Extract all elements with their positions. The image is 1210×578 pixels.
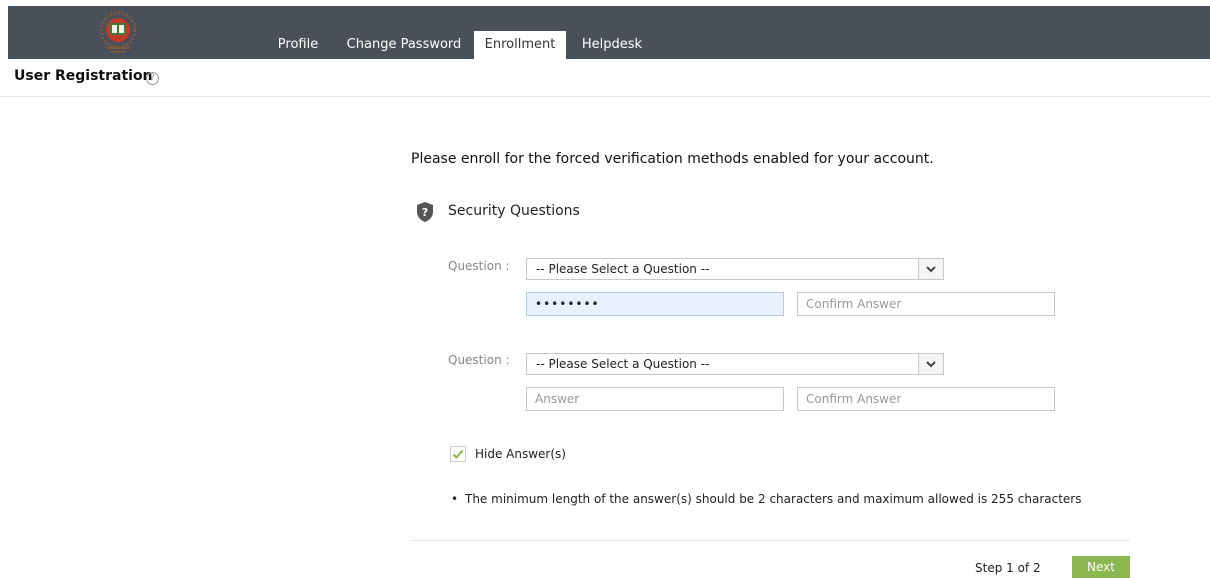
- question-select-1[interactable]: -- Please Select a Question --: [526, 258, 944, 280]
- svg-text:?: ?: [422, 206, 428, 219]
- hide-answers-checkbox[interactable]: [450, 446, 466, 462]
- question-label: Question :: [448, 259, 510, 273]
- note-bullet: •: [451, 492, 459, 506]
- chevron-down-icon[interactable]: [918, 259, 943, 279]
- hide-answers-label: Hide Answer(s): [475, 447, 566, 461]
- shield-question-icon: ?: [415, 201, 435, 223]
- confirm-answer-field-2[interactable]: [797, 387, 1055, 411]
- tab-change-password[interactable]: Change Password: [342, 31, 466, 59]
- chevron-down-icon[interactable]: [918, 354, 943, 374]
- enrollment-intro: Please enroll for the forced verificatio…: [411, 151, 934, 167]
- select-value: -- Please Select a Question --: [536, 262, 710, 276]
- page-header: User Registration ?: [0, 59, 1210, 97]
- page-title: User Registration: [14, 68, 153, 84]
- checkmark-icon: [452, 449, 464, 459]
- tab-profile[interactable]: Profile: [270, 31, 326, 59]
- tab-enrollment[interactable]: Enrollment: [474, 31, 566, 59]
- answer-length-note: The minimum length of the answer(s) shou…: [465, 492, 1082, 506]
- step-indicator: Step 1 of 2: [975, 561, 1041, 575]
- section-title: Security Questions: [448, 203, 580, 219]
- select-value: -- Please Select a Question --: [536, 357, 710, 371]
- answer-field-2[interactable]: [526, 387, 784, 411]
- question-label: Question :: [448, 353, 510, 367]
- top-nav-bar: Profile Change Password Enrollment Helpd…: [8, 6, 1210, 59]
- question-select-2[interactable]: -- Please Select a Question --: [526, 353, 944, 375]
- answer-field-1[interactable]: [526, 292, 784, 316]
- confirm-answer-field-1[interactable]: [797, 292, 1055, 316]
- help-icon[interactable]: ?: [146, 72, 159, 85]
- tab-helpdesk[interactable]: Helpdesk: [576, 31, 648, 59]
- divider: [411, 540, 1130, 541]
- school-logo: [84, 8, 152, 56]
